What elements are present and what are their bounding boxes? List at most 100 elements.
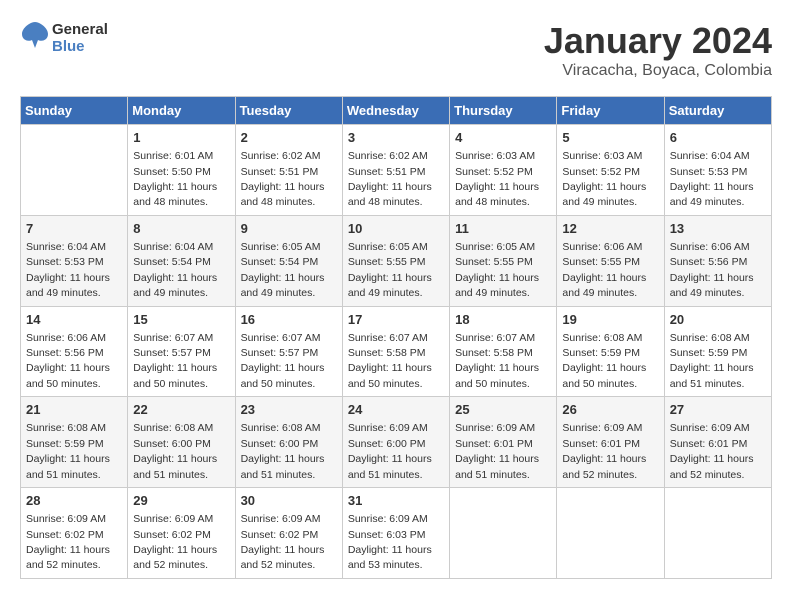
day-number: 29 (133, 492, 229, 510)
sunrise-info: Sunrise: 6:09 AM (348, 422, 428, 434)
sunrise-info: Sunrise: 6:04 AM (670, 150, 750, 162)
sunset-info: Sunset: 5:51 PM (348, 166, 426, 178)
daylight-info: Daylight: 11 hours and 51 minutes. (133, 453, 217, 480)
sunset-info: Sunset: 5:57 PM (241, 347, 319, 359)
sunset-info: Sunset: 6:01 PM (670, 438, 748, 450)
sunrise-info: Sunrise: 6:02 AM (241, 150, 321, 162)
logo-text-general: General (52, 21, 108, 38)
sunrise-info: Sunrise: 6:06 AM (26, 332, 106, 344)
daylight-info: Daylight: 11 hours and 50 minutes. (562, 362, 646, 389)
sunrise-info: Sunrise: 6:05 AM (455, 241, 535, 253)
week-row-4: 21 Sunrise: 6:08 AM Sunset: 5:59 PM Dayl… (21, 397, 772, 488)
week-row-3: 14 Sunrise: 6:06 AM Sunset: 5:56 PM Dayl… (21, 306, 772, 397)
cell-week2-day6: 13 Sunrise: 6:06 AM Sunset: 5:56 PM Dayl… (664, 215, 771, 306)
cell-week1-day6: 6 Sunrise: 6:04 AM Sunset: 5:53 PM Dayli… (664, 125, 771, 216)
sunrise-info: Sunrise: 6:04 AM (133, 241, 213, 253)
sunrise-info: Sunrise: 6:07 AM (348, 332, 428, 344)
sunrise-info: Sunrise: 6:09 AM (241, 513, 321, 525)
sunset-info: Sunset: 6:02 PM (26, 529, 104, 541)
daylight-info: Daylight: 11 hours and 49 minutes. (26, 272, 110, 299)
cell-week5-day4 (450, 488, 557, 579)
daylight-info: Daylight: 11 hours and 52 minutes. (26, 544, 110, 571)
month-title: January 2024 (544, 20, 772, 62)
daylight-info: Daylight: 11 hours and 48 minutes. (133, 181, 217, 208)
daylight-info: Daylight: 11 hours and 50 minutes. (26, 362, 110, 389)
sunset-info: Sunset: 5:52 PM (562, 166, 640, 178)
daylight-info: Daylight: 11 hours and 49 minutes. (241, 272, 325, 299)
cell-week1-day0 (21, 125, 128, 216)
sunrise-info: Sunrise: 6:07 AM (241, 332, 321, 344)
col-saturday: Saturday (664, 97, 771, 125)
day-number: 1 (133, 129, 229, 147)
sunset-info: Sunset: 6:00 PM (241, 438, 319, 450)
sunset-info: Sunset: 5:55 PM (562, 256, 640, 268)
day-number: 12 (562, 220, 658, 238)
sunset-info: Sunset: 6:03 PM (348, 529, 426, 541)
sunset-info: Sunset: 5:51 PM (241, 166, 319, 178)
daylight-info: Daylight: 11 hours and 48 minutes. (348, 181, 432, 208)
day-number: 19 (562, 311, 658, 329)
cell-week1-day4: 4 Sunrise: 6:03 AM Sunset: 5:52 PM Dayli… (450, 125, 557, 216)
sunrise-info: Sunrise: 6:09 AM (562, 422, 642, 434)
daylight-info: Daylight: 11 hours and 49 minutes. (348, 272, 432, 299)
cell-week4-day3: 24 Sunrise: 6:09 AM Sunset: 6:00 PM Dayl… (342, 397, 449, 488)
day-number: 18 (455, 311, 551, 329)
cell-week5-day6 (664, 488, 771, 579)
daylight-info: Daylight: 11 hours and 52 minutes. (241, 544, 325, 571)
daylight-info: Daylight: 11 hours and 48 minutes. (241, 181, 325, 208)
sunrise-info: Sunrise: 6:08 AM (26, 422, 106, 434)
sunrise-info: Sunrise: 6:07 AM (133, 332, 213, 344)
day-number: 7 (26, 220, 122, 238)
daylight-info: Daylight: 11 hours and 51 minutes. (26, 453, 110, 480)
week-row-1: 1 Sunrise: 6:01 AM Sunset: 5:50 PM Dayli… (21, 125, 772, 216)
cell-week3-day0: 14 Sunrise: 6:06 AM Sunset: 5:56 PM Dayl… (21, 306, 128, 397)
cell-week3-day3: 17 Sunrise: 6:07 AM Sunset: 5:58 PM Dayl… (342, 306, 449, 397)
day-number: 21 (26, 401, 122, 419)
daylight-info: Daylight: 11 hours and 50 minutes. (133, 362, 217, 389)
daylight-info: Daylight: 11 hours and 51 minutes. (670, 362, 754, 389)
day-number: 23 (241, 401, 337, 419)
cell-week5-day1: 29 Sunrise: 6:09 AM Sunset: 6:02 PM Dayl… (128, 488, 235, 579)
day-number: 6 (670, 129, 766, 147)
sunrise-info: Sunrise: 6:05 AM (348, 241, 428, 253)
sunrise-info: Sunrise: 6:09 AM (26, 513, 106, 525)
day-number: 2 (241, 129, 337, 147)
day-number: 16 (241, 311, 337, 329)
sunset-info: Sunset: 6:01 PM (562, 438, 640, 450)
daylight-info: Daylight: 11 hours and 49 minutes. (562, 272, 646, 299)
daylight-info: Daylight: 11 hours and 51 minutes. (455, 453, 539, 480)
cell-week3-day1: 15 Sunrise: 6:07 AM Sunset: 5:57 PM Dayl… (128, 306, 235, 397)
sunset-info: Sunset: 6:00 PM (133, 438, 211, 450)
cell-week5-day3: 31 Sunrise: 6:09 AM Sunset: 6:03 PM Dayl… (342, 488, 449, 579)
day-number: 8 (133, 220, 229, 238)
sunrise-info: Sunrise: 6:03 AM (562, 150, 642, 162)
day-number: 9 (241, 220, 337, 238)
sunset-info: Sunset: 5:59 PM (26, 438, 104, 450)
daylight-info: Daylight: 11 hours and 51 minutes. (348, 453, 432, 480)
col-monday: Monday (128, 97, 235, 125)
sunset-info: Sunset: 6:02 PM (133, 529, 211, 541)
sunrise-info: Sunrise: 6:07 AM (455, 332, 535, 344)
daylight-info: Daylight: 11 hours and 51 minutes. (241, 453, 325, 480)
day-number: 17 (348, 311, 444, 329)
sunrise-info: Sunrise: 6:06 AM (670, 241, 750, 253)
sunset-info: Sunset: 6:00 PM (348, 438, 426, 450)
sunrise-info: Sunrise: 6:04 AM (26, 241, 106, 253)
daylight-info: Daylight: 11 hours and 52 minutes. (562, 453, 646, 480)
cell-week5-day5 (557, 488, 664, 579)
sunset-info: Sunset: 5:58 PM (348, 347, 426, 359)
sunset-info: Sunset: 5:55 PM (348, 256, 426, 268)
cell-week3-day5: 19 Sunrise: 6:08 AM Sunset: 5:59 PM Dayl… (557, 306, 664, 397)
daylight-info: Daylight: 11 hours and 52 minutes. (133, 544, 217, 571)
day-number: 3 (348, 129, 444, 147)
day-number: 31 (348, 492, 444, 510)
daylight-info: Daylight: 11 hours and 50 minutes. (241, 362, 325, 389)
cell-week4-day6: 27 Sunrise: 6:09 AM Sunset: 6:01 PM Dayl… (664, 397, 771, 488)
sunrise-info: Sunrise: 6:09 AM (455, 422, 535, 434)
sunset-info: Sunset: 5:58 PM (455, 347, 533, 359)
sunrise-info: Sunrise: 6:03 AM (455, 150, 535, 162)
day-number: 15 (133, 311, 229, 329)
cell-week4-day0: 21 Sunrise: 6:08 AM Sunset: 5:59 PM Dayl… (21, 397, 128, 488)
cell-week2-day2: 9 Sunrise: 6:05 AM Sunset: 5:54 PM Dayli… (235, 215, 342, 306)
sunset-info: Sunset: 6:01 PM (455, 438, 533, 450)
